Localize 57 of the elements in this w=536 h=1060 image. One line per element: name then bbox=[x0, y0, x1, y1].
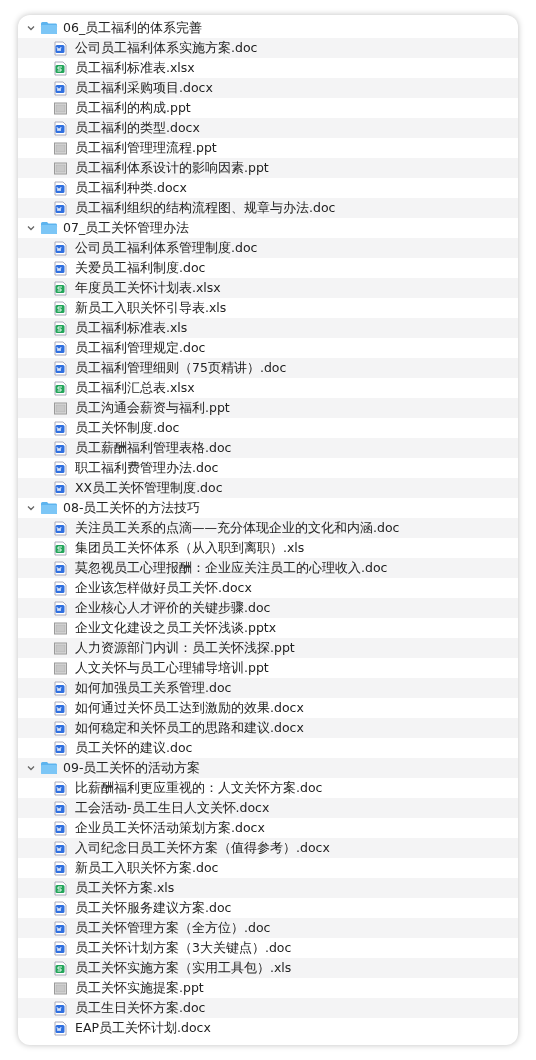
slide-thumbnail-icon bbox=[54, 660, 67, 676]
file-name[interactable]: 员工关怀的建议.doc bbox=[75, 738, 193, 758]
slide-thumbnail-icon bbox=[54, 140, 67, 156]
folder-icon bbox=[40, 761, 58, 775]
document-icon bbox=[54, 780, 67, 796]
file-name[interactable]: 企业该怎样做好员工关怀.docx bbox=[75, 578, 252, 598]
document-icon bbox=[54, 340, 67, 356]
file-name[interactable]: 企业文化建设之员工关怀浅谈.pptx bbox=[75, 618, 277, 638]
file-name[interactable]: 员工福利汇总表.xlsx bbox=[75, 378, 195, 398]
file-name[interactable]: 新员工入职关怀方案.doc bbox=[75, 858, 219, 878]
document-icon bbox=[54, 180, 67, 196]
file-name[interactable]: 员工关怀计划方案（3大关键点）.doc bbox=[75, 938, 292, 958]
file-name[interactable]: EAP员工关怀计划.docx bbox=[75, 1018, 211, 1038]
file-name[interactable]: 员工福利种类.docx bbox=[75, 178, 187, 198]
folder-icon bbox=[40, 221, 58, 235]
spreadsheet-icon bbox=[54, 300, 67, 316]
file-name[interactable]: 集团员工关怀体系（从入职到离职）.xls bbox=[75, 538, 305, 558]
file-name[interactable]: 员工福利管理规定.doc bbox=[75, 338, 206, 358]
file-name[interactable]: 如何通过关怀员工达到激励的效果.docx bbox=[75, 698, 304, 718]
file-name[interactable]: 员工福利管理理流程.ppt bbox=[75, 138, 217, 158]
folder-name[interactable]: 07_员工关怀管理办法 bbox=[63, 218, 190, 238]
slide-thumbnail-icon bbox=[54, 400, 67, 416]
folder-name[interactable]: 06_员工福利的体系完善 bbox=[63, 18, 203, 38]
file-name[interactable]: 员工关怀服务建议方案.doc bbox=[75, 898, 232, 918]
file-name[interactable]: 员工福利的构成.ppt bbox=[75, 98, 191, 118]
file-name[interactable]: 员工关怀实施提案.ppt bbox=[75, 978, 204, 998]
spreadsheet-icon bbox=[54, 540, 67, 556]
slide-thumbnail-icon bbox=[54, 160, 67, 176]
document-icon bbox=[54, 820, 67, 836]
document-icon bbox=[54, 420, 67, 436]
document-icon bbox=[54, 740, 67, 756]
spreadsheet-icon bbox=[54, 60, 67, 76]
file-name[interactable]: 关爱员工福利制度.doc bbox=[75, 258, 206, 278]
document-icon bbox=[54, 1020, 67, 1036]
document-icon bbox=[54, 940, 67, 956]
file-name[interactable]: 人文关怀与员工心理辅导培训.ppt bbox=[75, 658, 269, 678]
slide-thumbnail-icon bbox=[54, 100, 67, 116]
file-name[interactable]: 职工福利费管理办法.doc bbox=[75, 458, 219, 478]
document-icon bbox=[54, 460, 67, 476]
document-icon bbox=[54, 860, 67, 876]
folder-icon bbox=[40, 501, 58, 515]
folder-name[interactable]: 08-员工关怀的方法技巧 bbox=[63, 498, 201, 518]
document-icon bbox=[54, 580, 67, 596]
folder-icon bbox=[40, 21, 58, 35]
file-name[interactable]: 企业员工关怀活动策划方案.docx bbox=[75, 818, 265, 838]
file-name[interactable]: 员工福利标准表.xlsx bbox=[75, 58, 195, 78]
document-icon bbox=[54, 900, 67, 916]
slide-thumbnail-icon bbox=[54, 640, 67, 656]
file-name[interactable]: 员工关怀方案.xls bbox=[75, 878, 175, 898]
document-icon bbox=[54, 260, 67, 276]
slide-thumbnail-icon bbox=[54, 980, 67, 996]
file-name[interactable]: 新员工入职关怀引导表.xls bbox=[75, 298, 227, 318]
file-name[interactable]: 员工关怀制度.doc bbox=[75, 418, 180, 438]
file-name[interactable]: 比薪酬福利更应重视的：人文关怀方案.doc bbox=[75, 778, 323, 798]
document-icon bbox=[54, 700, 67, 716]
spreadsheet-icon bbox=[54, 380, 67, 396]
slide-thumbnail-icon bbox=[54, 620, 67, 636]
